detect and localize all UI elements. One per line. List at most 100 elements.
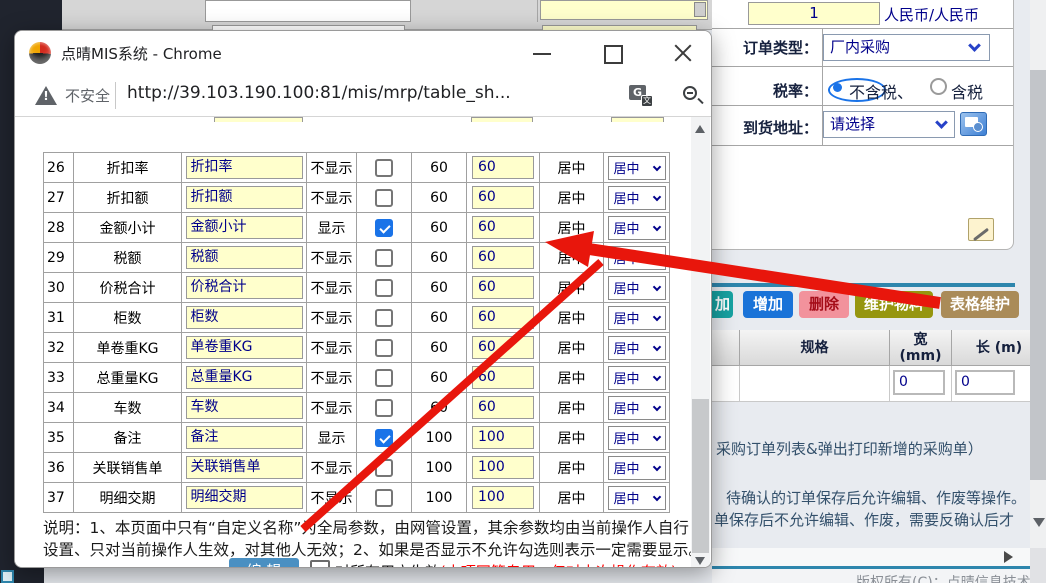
- align-select[interactable]: 居中: [608, 366, 666, 390]
- custom-name-input[interactable]: 总重量KG: [186, 366, 303, 389]
- align-select[interactable]: 居中: [608, 246, 666, 270]
- show-checkbox[interactable]: [375, 339, 393, 357]
- minimize-button[interactable]: [525, 37, 559, 69]
- show-checkbox[interactable]: [375, 249, 393, 267]
- align-value: 居中: [540, 183, 604, 213]
- width-input[interactable]: 60: [472, 156, 534, 179]
- edit-note-icon[interactable]: [968, 218, 994, 241]
- not-secure-warning-icon[interactable]: [35, 86, 57, 105]
- page-scrollbar[interactable]: [1030, 0, 1046, 583]
- custom-name-input[interactable]: 备注: [186, 426, 303, 449]
- align-select[interactable]: 居中: [608, 426, 666, 450]
- show-checkbox[interactable]: [375, 279, 393, 297]
- horizontal-scrollbar[interactable]: [712, 548, 1030, 566]
- scroll-right-icon[interactable]: [1004, 551, 1013, 563]
- chevron-down-icon: [652, 432, 660, 440]
- exchange-rate-input[interactable]: 1: [748, 2, 880, 25]
- scrollbar-thumb[interactable]: [1030, 70, 1046, 480]
- custom-name-input[interactable]: 关联销售单: [186, 456, 303, 479]
- width-input[interactable]: 100: [472, 426, 534, 449]
- translate-icon[interactable]: G文: [629, 85, 653, 107]
- delivery-address-select[interactable]: 请选择: [823, 111, 955, 138]
- custom-name-input[interactable]: 税额: [186, 246, 303, 269]
- address-picker-icon[interactable]: [960, 112, 987, 136]
- order-form-panel: 1 人民币/人民币 订单类型： 厂内采购 税率： 不含税、 含税 到货地址： 请…: [712, 0, 1014, 250]
- width-input[interactable]: 60: [472, 246, 534, 269]
- align-select-cell: 居中: [604, 243, 670, 273]
- show-checkbox[interactable]: [375, 459, 393, 477]
- align-select[interactable]: 居中: [608, 456, 666, 480]
- width-input[interactable]: 100: [472, 486, 534, 509]
- custom-name-input[interactable]: 单卷重KG: [186, 336, 303, 359]
- address-bar[interactable]: 不安全 http://39.103.190.100:81/mis/mrp/tab…: [15, 76, 711, 117]
- tax-rate-label: 税率：: [714, 80, 818, 101]
- width-input[interactable]: 60: [472, 216, 534, 239]
- add-button[interactable]: 增加: [743, 291, 793, 318]
- custom-name-input[interactable]: 车数: [186, 396, 303, 419]
- width-input[interactable]: 60: [472, 366, 534, 389]
- width-input[interactable]: 60: [472, 186, 534, 209]
- custom-name-input[interactable]: 金额小计: [186, 216, 303, 239]
- length-input[interactable]: 0: [955, 370, 1015, 395]
- custom-name-input[interactable]: 折扣率: [186, 156, 303, 179]
- width-input[interactable]: 60: [472, 306, 534, 329]
- order-type-select[interactable]: 厂内采购: [823, 34, 990, 61]
- align-select[interactable]: 居中: [608, 156, 666, 180]
- close-button[interactable]: [665, 37, 699, 69]
- scroll-up-icon[interactable]: [695, 125, 705, 133]
- row-number: 32: [44, 333, 74, 363]
- background-form-strip: [62, 0, 712, 30]
- table-maintain-button[interactable]: 表格维护: [941, 291, 1019, 318]
- custom-name-input[interactable]: 价税合计: [186, 276, 303, 299]
- align-select[interactable]: 居中: [608, 186, 666, 210]
- background-input[interactable]: [205, 0, 411, 22]
- show-checkbox[interactable]: [375, 219, 393, 237]
- custom-name-input[interactable]: 明细交期: [186, 486, 303, 509]
- custom-name-input[interactable]: 折扣额: [186, 186, 303, 209]
- show-checkbox[interactable]: [375, 399, 393, 417]
- align-select[interactable]: 居中: [608, 336, 666, 360]
- chevron-down-icon: [652, 492, 660, 500]
- zoom-out-icon[interactable]: [681, 84, 705, 108]
- window-titlebar[interactable]: 点晴MIS系统 - Chrome: [15, 31, 711, 76]
- scroll-down-icon[interactable]: [695, 557, 705, 565]
- custom-name-input[interactable]: 柜数: [186, 306, 303, 329]
- show-checkbox[interactable]: [375, 369, 393, 387]
- scroll-down-icon[interactable]: [1033, 518, 1045, 527]
- width-input[interactable]: 100: [472, 456, 534, 479]
- align-select[interactable]: 居中: [608, 396, 666, 420]
- background-yellow-input[interactable]: [540, 0, 708, 20]
- add-button-cut[interactable]: 加: [712, 291, 733, 318]
- corner-app-icon[interactable]: [1, 570, 14, 583]
- popup-scrollbar-thumb[interactable]: [692, 399, 709, 553]
- width-input[interactable]: 60: [472, 396, 534, 419]
- width-input[interactable]: 60: [472, 336, 534, 359]
- show-checkbox[interactable]: [375, 159, 393, 177]
- maximize-button[interactable]: [595, 37, 629, 69]
- url-text[interactable]: http://39.103.190.100:81/mis/mrp/table_s…: [127, 83, 511, 103]
- chevron-down-icon: [935, 116, 948, 129]
- align-select[interactable]: 居中: [608, 216, 666, 240]
- order-type-label: 订单类型：: [714, 37, 818, 58]
- background-small-icon[interactable]: [694, 2, 706, 17]
- show-status-label: 不显示: [307, 333, 357, 363]
- show-checkbox[interactable]: [375, 429, 393, 447]
- width-input[interactable]: 0: [893, 370, 945, 395]
- align-select[interactable]: 居中: [608, 306, 666, 330]
- popup-scrollbar[interactable]: [691, 117, 710, 568]
- show-checkbox[interactable]: [375, 489, 393, 507]
- show-status-label: 不显示: [307, 453, 357, 483]
- show-checkbox[interactable]: [375, 309, 393, 327]
- show-checkbox[interactable]: [375, 189, 393, 207]
- tax-included-radio[interactable]: [930, 78, 947, 95]
- align-value: 居中: [540, 453, 604, 483]
- align-select[interactable]: 居中: [608, 486, 666, 510]
- maintain-material-button[interactable]: 维护物料: [855, 291, 933, 318]
- edit-button[interactable]: 编 辑: [229, 558, 299, 568]
- row-number: 26: [44, 153, 74, 183]
- row-number: 31: [44, 303, 74, 333]
- width-input[interactable]: 60: [472, 276, 534, 299]
- align-select[interactable]: 居中: [608, 276, 666, 300]
- delete-button[interactable]: 删除: [799, 291, 849, 318]
- apply-all-users-checkbox[interactable]: [310, 560, 330, 568]
